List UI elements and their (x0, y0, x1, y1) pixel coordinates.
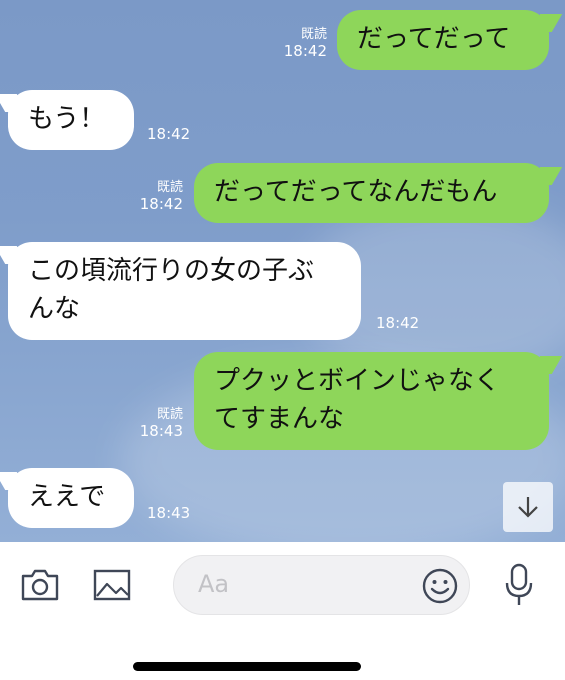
image-button[interactable] (91, 566, 133, 604)
scroll-to-bottom-button[interactable] (503, 482, 553, 532)
message-text-line: てすまんな (214, 404, 345, 434)
emoji-button[interactable] (420, 566, 460, 606)
image-icon (93, 569, 131, 601)
message-meta: 既読 18:42 (140, 179, 183, 213)
message-bubble-incoming[interactable]: もう！ (8, 90, 134, 150)
message-time: 18:43 (147, 504, 191, 522)
message-text: だってだって (357, 24, 511, 54)
message-time: 18:42 (283, 42, 327, 60)
microphone-icon (505, 563, 533, 605)
message-text-line: んな (28, 294, 81, 324)
message-input[interactable]: Aa (173, 555, 470, 615)
message-time: 18:42 (376, 314, 420, 332)
message-text: ええで (28, 482, 106, 512)
message-text: だってだってなんだもん (214, 177, 498, 207)
message-text-line: プクッとボインじゃなく (214, 366, 501, 396)
message-text: もう！ (28, 104, 106, 134)
home-indicator[interactable] (133, 662, 361, 671)
message-text-line: この頃流行りの女の子ぶ (28, 256, 315, 286)
message-time: 18:43 (139, 422, 183, 440)
message-bubble-incoming[interactable]: この頃流行りの女の子ぶ んな (8, 242, 361, 340)
message-bubble-outgoing[interactable]: だってだってなんだもん (194, 163, 549, 223)
message-bubble-outgoing[interactable]: だってだって (337, 10, 549, 70)
message-meta: 既読 18:42 (284, 26, 327, 60)
microphone-button[interactable] (499, 562, 539, 608)
message-time: 18:42 (139, 195, 183, 213)
chat-area[interactable]: 既読 18:42 だってだって もう！ 18:42 既読 18:42 だってだっ… (0, 0, 565, 542)
read-receipt: 既読 (300, 27, 327, 42)
message-time: 18:42 (147, 125, 191, 143)
message-bubble-outgoing[interactable]: プクッとボインじゃなく てすまんな (194, 352, 549, 450)
input-placeholder: Aa (198, 570, 230, 598)
message-meta: 既読 18:43 (140, 406, 183, 440)
arrow-down-icon (518, 497, 538, 518)
read-receipt: 既読 (156, 180, 183, 195)
message-bubble-incoming[interactable]: ええで (8, 468, 134, 528)
camera-icon (21, 569, 59, 601)
read-receipt: 既読 (156, 407, 183, 422)
camera-button[interactable] (19, 566, 61, 604)
emoji-icon (422, 568, 458, 604)
